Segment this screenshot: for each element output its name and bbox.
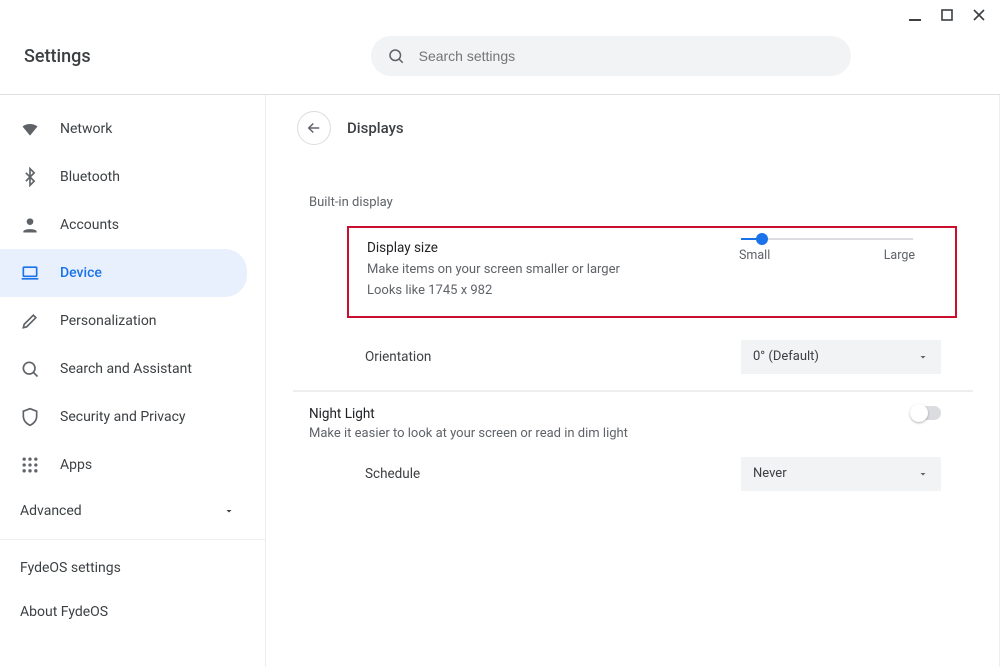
slider-label-small: Small bbox=[739, 248, 770, 263]
sidebar-item-bluetooth[interactable]: Bluetooth bbox=[0, 153, 247, 201]
night-light-toggle[interactable] bbox=[911, 406, 941, 420]
orientation-select[interactable]: 0° (Default) bbox=[741, 340, 941, 374]
display-size-row: Display size Make items on your screen s… bbox=[347, 226, 957, 318]
slider-labels: Small Large bbox=[739, 248, 915, 263]
sidebar-item-apps[interactable]: Apps bbox=[0, 441, 247, 489]
divider bbox=[0, 539, 265, 540]
search-icon bbox=[387, 47, 405, 65]
sidebar-item-label: Device bbox=[60, 265, 102, 281]
schedule-label: Schedule bbox=[365, 466, 420, 482]
search-icon bbox=[20, 359, 40, 379]
schedule-select[interactable]: Never bbox=[741, 457, 941, 491]
window-controls bbox=[0, 0, 1000, 26]
schedule-value: Never bbox=[753, 466, 787, 481]
search-box[interactable] bbox=[371, 36, 851, 76]
schedule-row: Schedule Never bbox=[293, 441, 973, 507]
orientation-value: 0° (Default) bbox=[753, 349, 819, 364]
chevron-down-icon bbox=[917, 351, 929, 363]
slider-label-large: Large bbox=[884, 248, 915, 263]
sidebar-item-label: Search and Assistant bbox=[60, 361, 192, 377]
section-builtin-display: Built-in display bbox=[309, 195, 973, 210]
sidebar-item-security[interactable]: Security and Privacy bbox=[0, 393, 247, 441]
sidebar-item-label: Bluetooth bbox=[60, 169, 120, 185]
sidebar-item-label: Network bbox=[60, 121, 112, 137]
shield-icon bbox=[20, 407, 40, 427]
night-light-section: Night Light Make it easier to look at yo… bbox=[293, 391, 973, 441]
laptop-icon bbox=[20, 263, 40, 283]
content-area: Displays Built-in display Display size M… bbox=[266, 95, 1000, 667]
display-size-sub2: Looks like 1745 x 982 bbox=[367, 281, 937, 302]
orientation-row: Orientation 0° (Default) bbox=[293, 324, 973, 391]
bluetooth-icon bbox=[20, 167, 40, 187]
wifi-icon bbox=[20, 119, 40, 139]
apps-icon bbox=[20, 455, 40, 475]
sidebar-item-label: Accounts bbox=[60, 217, 119, 233]
brush-icon bbox=[20, 311, 40, 331]
person-icon bbox=[20, 215, 40, 235]
sidebar-item-about[interactable]: About FydeOS bbox=[0, 590, 265, 634]
page-title: Displays bbox=[347, 119, 404, 137]
sidebar-advanced[interactable]: Advanced bbox=[0, 489, 265, 533]
sidebar-item-network[interactable]: Network bbox=[0, 105, 247, 153]
sidebar: Network Bluetooth Accounts Device Person… bbox=[0, 95, 266, 667]
minimize-icon[interactable] bbox=[908, 8, 922, 22]
sidebar-item-fydeos-settings[interactable]: FydeOS settings bbox=[0, 546, 265, 590]
display-size-slider[interactable]: Small Large bbox=[739, 228, 915, 263]
sidebar-item-label: Apps bbox=[60, 457, 92, 473]
night-light-title: Night Light bbox=[309, 406, 628, 422]
close-icon[interactable] bbox=[972, 8, 986, 22]
chevron-down-icon bbox=[223, 505, 235, 517]
orientation-label: Orientation bbox=[365, 349, 431, 365]
app-title: Settings bbox=[24, 46, 91, 67]
search-input[interactable] bbox=[419, 48, 835, 64]
page-header: Displays bbox=[297, 111, 973, 145]
advanced-label: Advanced bbox=[20, 503, 82, 519]
sidebar-item-search-assistant[interactable]: Search and Assistant bbox=[0, 345, 247, 393]
chevron-down-icon bbox=[917, 468, 929, 480]
sidebar-item-personalization[interactable]: Personalization bbox=[0, 297, 247, 345]
back-button[interactable] bbox=[297, 111, 331, 145]
sidebar-item-accounts[interactable]: Accounts bbox=[0, 201, 247, 249]
slider-thumb[interactable] bbox=[756, 233, 768, 245]
app-header: Settings bbox=[0, 26, 1000, 95]
sidebar-item-device[interactable]: Device bbox=[0, 249, 247, 297]
slider-track[interactable] bbox=[741, 238, 913, 240]
display-size-sub1: Make items on your screen smaller or lar… bbox=[367, 260, 937, 281]
maximize-icon[interactable] bbox=[940, 8, 954, 22]
night-light-sub: Make it easier to look at your screen or… bbox=[309, 426, 628, 441]
sidebar-item-label: Security and Privacy bbox=[60, 409, 186, 425]
sidebar-item-label: Personalization bbox=[60, 313, 157, 329]
